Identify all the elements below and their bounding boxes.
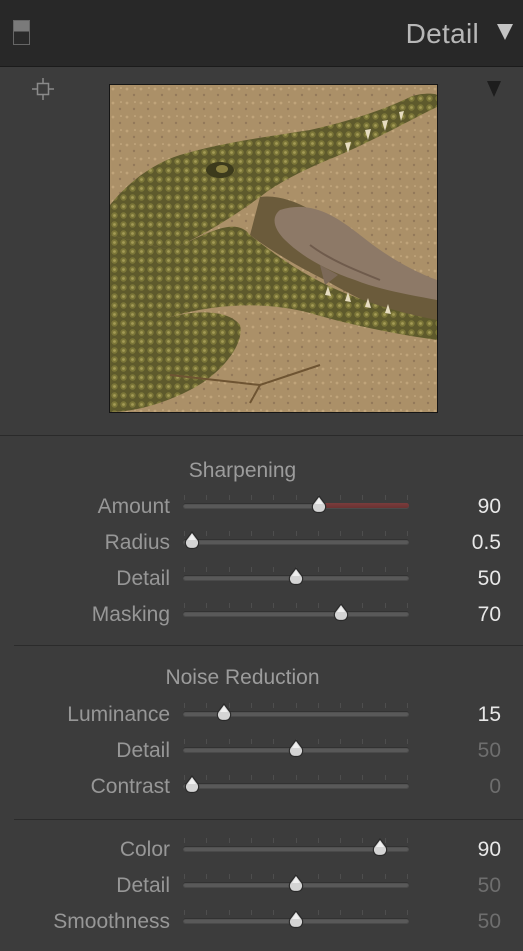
slider-value[interactable]: 50 [478,874,501,898]
panel-toggle-icon[interactable] [13,20,30,45]
slider-thumb-icon[interactable] [288,910,304,929]
slider-contrast[interactable] [183,770,409,804]
slider-smoothness[interactable] [183,905,409,939]
slider-row-contrast: Contrast 0 [0,770,523,804]
slider-detail[interactable] [183,734,409,768]
slider-row-smoothness: Smoothness 50 [0,905,523,939]
slider-detail[interactable] [183,869,409,903]
slider-value[interactable]: 90 [478,838,501,862]
slider-track[interactable] [183,539,409,544]
slider-label: Radius [104,531,170,554]
slider-label: Luminance [67,703,170,726]
slider-value[interactable]: 0.5 [472,531,501,555]
slider-row-color: Color 90 [0,833,523,867]
slider-highlight-fill [318,503,409,508]
slider-value[interactable]: 15 [478,703,501,727]
slider-row-luminance: Luminance 15 [0,698,523,732]
slider-ticks [184,495,408,501]
slider-label: Detail [116,739,170,762]
preview-menu-triangle-icon[interactable] [487,81,501,97]
noise-reduction-section: Noise Reduction Luminance 15 Detail 50 Contr… [0,646,523,951]
slider-thumb-icon[interactable] [288,874,304,893]
slider-color[interactable] [183,833,409,867]
slider-detail[interactable] [183,562,409,596]
slider-label: Detail [116,567,170,590]
slider-thumb-icon[interactable] [333,603,349,622]
slider-row-detail: Detail 50 [0,562,523,596]
slider-thumb-icon[interactable] [184,531,200,550]
slider-label: Detail [116,874,170,897]
slider-label: Contrast [90,775,170,798]
zoom-preview-image[interactable] [109,84,438,413]
slider-value[interactable]: 90 [478,495,501,519]
slider-ticks [184,775,408,781]
slider-amount[interactable] [183,490,409,524]
slider-thumb-icon[interactable] [311,495,327,514]
slider-track[interactable] [183,611,409,616]
sharpening-section: Sharpening Amount 90 Radius 0.5 Detail 50 Mask… [0,436,523,645]
slider-masking[interactable] [183,598,409,632]
slider-row-masking: Masking 70 [0,598,523,632]
slider-thumb-icon[interactable] [184,775,200,794]
slider-value[interactable]: 50 [478,567,501,591]
slider-radius[interactable] [183,526,409,560]
slider-ticks [184,603,408,609]
slider-label: Amount [97,495,170,518]
slider-label: Smoothness [53,910,170,933]
slider-value[interactable]: 70 [478,603,501,627]
slider-value[interactable]: 0 [489,775,501,799]
slider-row-detail: Detail 50 [0,734,523,768]
collapse-triangle-icon[interactable] [497,24,513,40]
slider-luminance[interactable] [183,698,409,732]
slider-thumb-icon[interactable] [288,567,304,586]
slider-row-detail: Detail 50 [0,869,523,903]
color-divider [14,819,523,820]
target-crosshair-icon[interactable] [31,77,55,101]
slider-thumb-icon[interactable] [288,739,304,758]
sharpening-title: Sharpening [188,459,297,482]
slider-row-radius: Radius 0.5 [0,526,523,560]
slider-value[interactable]: 50 [478,739,501,763]
slider-thumb-icon[interactable] [216,703,232,722]
panel-header[interactable]: Detail [0,0,523,67]
slider-label: Masking [91,603,170,626]
slider-track[interactable] [183,783,409,788]
crocodile-preview-image [110,85,437,412]
slider-value[interactable]: 50 [478,910,501,934]
slider-thumb-icon[interactable] [372,838,388,857]
slider-ticks [184,531,408,537]
noise-reduction-title: Noise Reduction [165,666,320,689]
panel-title[interactable]: Detail [406,18,479,50]
slider-label: Color [119,838,170,861]
slider-row-amount: Amount 90 [0,490,523,524]
detail-preview-area [0,67,523,436]
